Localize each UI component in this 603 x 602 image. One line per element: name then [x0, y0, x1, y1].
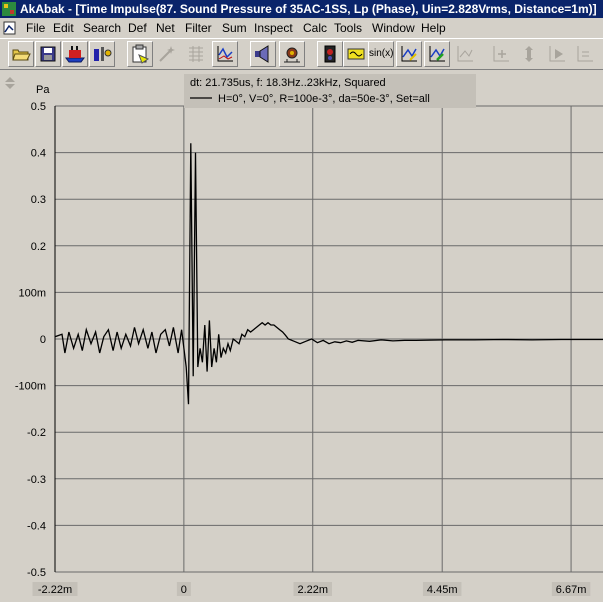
y-tick-label: 0.3: [31, 194, 46, 206]
grid-button[interactable]: [183, 41, 209, 67]
sinx-button[interactable]: sin(x): [368, 41, 394, 67]
clipboard-button[interactable]: [127, 41, 153, 67]
menu-filter[interactable]: Filter: [185, 18, 212, 38]
y-axis-unit-label: Pa: [36, 84, 50, 96]
export-icon: [577, 46, 593, 62]
wand-icon: [159, 46, 175, 62]
pen-graph-icon: [457, 46, 473, 62]
phone-icon: [324, 45, 336, 63]
window-title: AkAbak - [Time Impulse(87. Sound Pressur…: [20, 2, 597, 16]
x-tick-label: 2.22m: [297, 584, 328, 596]
menu-def[interactable]: Def: [128, 18, 147, 38]
scroll-down-icon[interactable]: [5, 84, 15, 89]
akabak-app-icon[interactable]: [1, 1, 17, 17]
y-tick-label: 0.5: [31, 101, 46, 113]
filter-button[interactable]: [343, 41, 369, 67]
menu-help[interactable]: Help: [421, 18, 446, 38]
filter-icon: [347, 48, 365, 60]
title-bar: AkAbak - [Time Impulse(87. Sound Pressur…: [0, 0, 603, 18]
play-button[interactable]: [544, 41, 570, 67]
menu-window[interactable]: Window: [372, 18, 415, 38]
menu-inspect[interactable]: Inspect: [254, 18, 293, 38]
y-tick-label: 100m: [18, 287, 46, 299]
open-icon: [12, 49, 31, 61]
y-tick-label: -0.5: [27, 567, 46, 579]
move-icon: [493, 46, 509, 62]
legend-header: dt: 21.735us, f: 18.3Hz..23kHz, Squared: [190, 77, 386, 89]
x-tick-label: -2.22m: [38, 584, 72, 596]
impulse-trace: [55, 143, 603, 405]
speaker-box-icon: [284, 47, 300, 63]
y-tick-label: 0.2: [31, 241, 46, 253]
graph-button[interactable]: [212, 41, 238, 67]
menu-net[interactable]: Net: [156, 18, 175, 38]
speaker-icon: [94, 47, 112, 61]
speaker-box-button[interactable]: [279, 41, 305, 67]
menu-bar: File Edit Search Def Net Filter Sum Insp…: [0, 18, 603, 38]
x-tick-label: 4.45m: [427, 584, 458, 596]
menu-tools[interactable]: Tools: [334, 18, 362, 38]
impulse-chart[interactable]: Pa 0.5 0.4 0.3 0.2 100m 0 -100m -0.2 -0.3 -0.4 -0.…: [0, 70, 603, 602]
y-tick-label: -0.4: [27, 520, 46, 532]
clipboard-icon: [132, 44, 150, 64]
pen-graph-button[interactable]: [452, 41, 478, 67]
y-tick-label: 0.4: [31, 148, 46, 160]
y-tick-label: -100m: [15, 381, 46, 393]
phone-button[interactable]: [317, 41, 343, 67]
green-graph-icon: [429, 46, 445, 62]
y-tick-label: 0: [40, 334, 46, 346]
ship-button[interactable]: [62, 41, 88, 67]
zoom-button[interactable]: [516, 41, 542, 67]
menu-search[interactable]: Search: [83, 18, 121, 38]
y-tick-label: -0.3: [27, 474, 46, 486]
x-tick-labels: -2.22m 0 2.22m 4.45m 6.67m: [32, 582, 591, 596]
arrow-graph-icon: [401, 46, 417, 62]
ship-icon: [65, 46, 85, 63]
menu-calc[interactable]: Calc: [303, 18, 327, 38]
y-scroll-arrows[interactable]: [5, 77, 15, 89]
save-icon: [40, 46, 56, 62]
y-tick-labels: 0.5 0.4 0.3 0.2 100m 0 -100m -0.2 -0.3 -0.4 -0.5: [15, 101, 46, 579]
move-button[interactable]: [488, 41, 514, 67]
save-button[interactable]: [35, 41, 61, 67]
x-tick-label: 6.67m: [556, 584, 587, 596]
zoom-icon: [525, 46, 533, 62]
graph-icon: [217, 46, 233, 62]
x-tick-label: 0: [181, 584, 187, 596]
export-button[interactable]: [572, 41, 598, 67]
driver-icon: [255, 45, 269, 63]
menu-edit[interactable]: Edit: [53, 18, 74, 38]
speaker-button[interactable]: [89, 41, 115, 67]
chart-legend: dt: 21.735us, f: 18.3Hz..23kHz, Squared …: [184, 74, 476, 108]
wand-button[interactable]: [154, 41, 180, 67]
y-tick-label: -0.2: [27, 427, 46, 439]
sinx-icon: sin(x): [369, 48, 394, 59]
scroll-up-icon[interactable]: [5, 77, 15, 82]
legend-series-name: H=0°, V=0°, R=100e-3°, da=50e-3°, Set=al…: [218, 93, 430, 105]
grid-icon: [189, 46, 203, 62]
green-graph-button[interactable]: [424, 41, 450, 67]
open-button[interactable]: [8, 41, 34, 67]
document-window-icon[interactable]: [2, 20, 18, 36]
arrow-graph-button[interactable]: [396, 41, 422, 67]
menu-sum[interactable]: Sum: [222, 18, 247, 38]
toolbar: sin(x): [0, 38, 603, 70]
driver-button[interactable]: [250, 41, 276, 67]
menu-file[interactable]: File: [26, 18, 45, 38]
play-icon: [549, 46, 565, 62]
